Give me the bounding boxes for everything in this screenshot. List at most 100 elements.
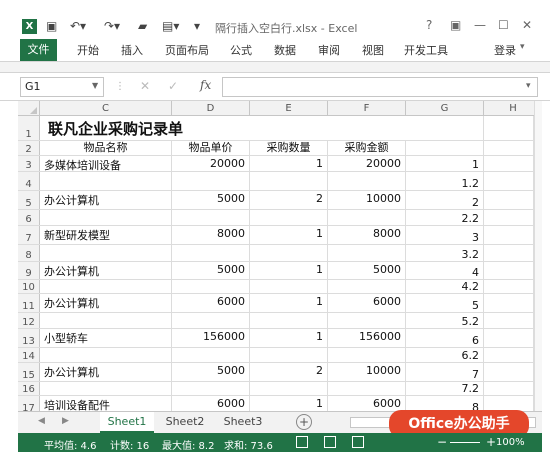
cell-d11[interactable]: 6000 — [172, 294, 250, 312]
row-header[interactable]: 12 — [18, 313, 40, 328]
zoom-slider[interactable] — [450, 442, 480, 443]
cell-g17[interactable]: 8 — [406, 396, 484, 411]
cell-g2[interactable] — [406, 141, 484, 155]
row-header[interactable]: 8 — [18, 245, 40, 261]
cell-f15[interactable]: 10000 — [328, 363, 406, 381]
tab-page-layout[interactable]: 页面布局 — [165, 42, 209, 58]
open-folder-icon[interactable]: ▰ — [138, 19, 147, 34]
row-header[interactable]: 9 — [18, 262, 40, 279]
cell-d3[interactable]: 20000 — [172, 156, 250, 171]
cell-e16[interactable] — [250, 382, 328, 395]
column-header-c[interactable]: C — [40, 101, 172, 116]
previous-sheet-icon[interactable]: ◀ — [38, 416, 45, 426]
ribbon-display-options-button[interactable]: ▣ — [450, 18, 461, 33]
cell-f17[interactable]: 6000 — [328, 396, 406, 411]
cell-g1[interactable] — [406, 116, 484, 140]
formula-input[interactable] — [222, 77, 538, 97]
worksheet-grid[interactable]: C D E F G H 1 联凡企业采购记录单 2 物品名称 物品单价 采购数量 采购金额 3… — [18, 101, 542, 411]
cell-h6[interactable] — [484, 210, 534, 225]
cell-h9[interactable] — [484, 262, 534, 279]
name-box-dropdown-icon[interactable]: ▼ — [92, 81, 98, 90]
cell-e4[interactable] — [250, 172, 328, 190]
column-header-d[interactable]: D — [172, 101, 250, 116]
cell-c3[interactable]: 多媒体培训设备 — [40, 156, 172, 171]
sign-in-link[interactable]: 登录 — [494, 42, 516, 58]
cell-g11[interactable]: 5 — [406, 294, 484, 312]
cell-h11[interactable] — [484, 294, 534, 312]
row-header[interactable]: 10 — [18, 280, 40, 293]
cell-g16[interactable]: 7.2 — [406, 382, 484, 395]
redo-icon[interactable]: ↷▾ — [104, 19, 120, 34]
tab-file[interactable]: 文件 — [20, 39, 57, 61]
cell-e8[interactable] — [250, 245, 328, 261]
cell-f10[interactable] — [328, 280, 406, 293]
cell-c14[interactable] — [40, 348, 172, 362]
cell-c2[interactable]: 物品名称 — [40, 141, 172, 155]
cell-h5[interactable] — [484, 191, 534, 209]
cell-c17[interactable]: 培训设备配件 — [40, 396, 172, 411]
cell-g7[interactable]: 3 — [406, 226, 484, 244]
cell-h17[interactable] — [484, 396, 534, 411]
undo-icon[interactable]: ↶▾ — [70, 19, 86, 34]
cell-f16[interactable] — [328, 382, 406, 395]
row-header[interactable]: 13 — [18, 329, 40, 347]
cell-d6[interactable] — [172, 210, 250, 225]
cell-d4[interactable] — [172, 172, 250, 190]
cell-h1[interactable] — [484, 116, 534, 140]
cell-c5[interactable]: 办公计算机 — [40, 191, 172, 209]
cell-d16[interactable] — [172, 382, 250, 395]
sheet-tab-sheet3[interactable]: Sheet3 — [216, 412, 270, 433]
page-break-preview-icon[interactable] — [352, 436, 364, 448]
cell-g6[interactable]: 2.2 — [406, 210, 484, 225]
cell-e11[interactable]: 1 — [250, 294, 328, 312]
cell-h13[interactable] — [484, 329, 534, 347]
normal-view-icon[interactable] — [296, 436, 308, 448]
sheet-tab-sheet1[interactable]: Sheet1 — [100, 412, 154, 433]
column-header-g[interactable]: G — [406, 101, 484, 116]
cell-g9[interactable]: 4 — [406, 262, 484, 279]
tab-formulas[interactable]: 公式 — [230, 42, 252, 58]
tab-home[interactable]: 开始 — [77, 42, 99, 58]
cell-f8[interactable] — [328, 245, 406, 261]
row-header[interactable]: 14 — [18, 348, 40, 362]
cell-c8[interactable] — [40, 245, 172, 261]
cell-f5[interactable]: 10000 — [328, 191, 406, 209]
cell-e3[interactable]: 1 — [250, 156, 328, 171]
enter-icon[interactable]: ✓ — [168, 79, 178, 93]
cell-e13[interactable]: 1 — [250, 329, 328, 347]
row-header[interactable]: 17 — [18, 396, 40, 411]
cell-d10[interactable] — [172, 280, 250, 293]
insert-function-icon[interactable]: fx — [200, 78, 211, 92]
cancel-icon[interactable]: ✕ — [140, 79, 150, 93]
cell-h8[interactable] — [484, 245, 534, 261]
save-icon[interactable]: ▣ — [46, 19, 57, 34]
cell-e9[interactable]: 1 — [250, 262, 328, 279]
maximize-button[interactable]: ☐ — [498, 18, 509, 33]
sheet-tab-sheet2[interactable]: Sheet2 — [158, 412, 212, 433]
tab-data[interactable]: 数据 — [274, 42, 296, 58]
row-header[interactable]: 1 — [18, 116, 40, 140]
cell-f7[interactable]: 8000 — [328, 226, 406, 244]
zoom-out-icon[interactable]: − — [437, 435, 447, 449]
cell-d14[interactable] — [172, 348, 250, 362]
new-sheet-button[interactable]: + — [296, 414, 312, 430]
cell-e14[interactable] — [250, 348, 328, 362]
cell-c16[interactable] — [40, 382, 172, 395]
zoom-in-icon[interactable]: + — [486, 435, 496, 449]
close-button[interactable]: ✕ — [522, 18, 532, 33]
cell-g3[interactable]: 1 — [406, 156, 484, 171]
cell-g4[interactable]: 1.2 — [406, 172, 484, 190]
next-sheet-icon[interactable]: ▶ — [62, 416, 69, 426]
cell-e10[interactable] — [250, 280, 328, 293]
cell-d13[interactable]: 156000 — [172, 329, 250, 347]
minimize-button[interactable]: — — [474, 18, 486, 33]
cell-c15[interactable]: 办公计算机 — [40, 363, 172, 381]
zoom-level[interactable]: 100% — [496, 437, 525, 448]
cell-c9[interactable]: 办公计算机 — [40, 262, 172, 279]
cell-h10[interactable] — [484, 280, 534, 293]
chevron-down-icon[interactable]: ▾ — [520, 42, 525, 52]
cell-d8[interactable] — [172, 245, 250, 261]
cell-c4[interactable] — [40, 172, 172, 190]
cell-f9[interactable]: 5000 — [328, 262, 406, 279]
row-header[interactable]: 11 — [18, 294, 40, 312]
